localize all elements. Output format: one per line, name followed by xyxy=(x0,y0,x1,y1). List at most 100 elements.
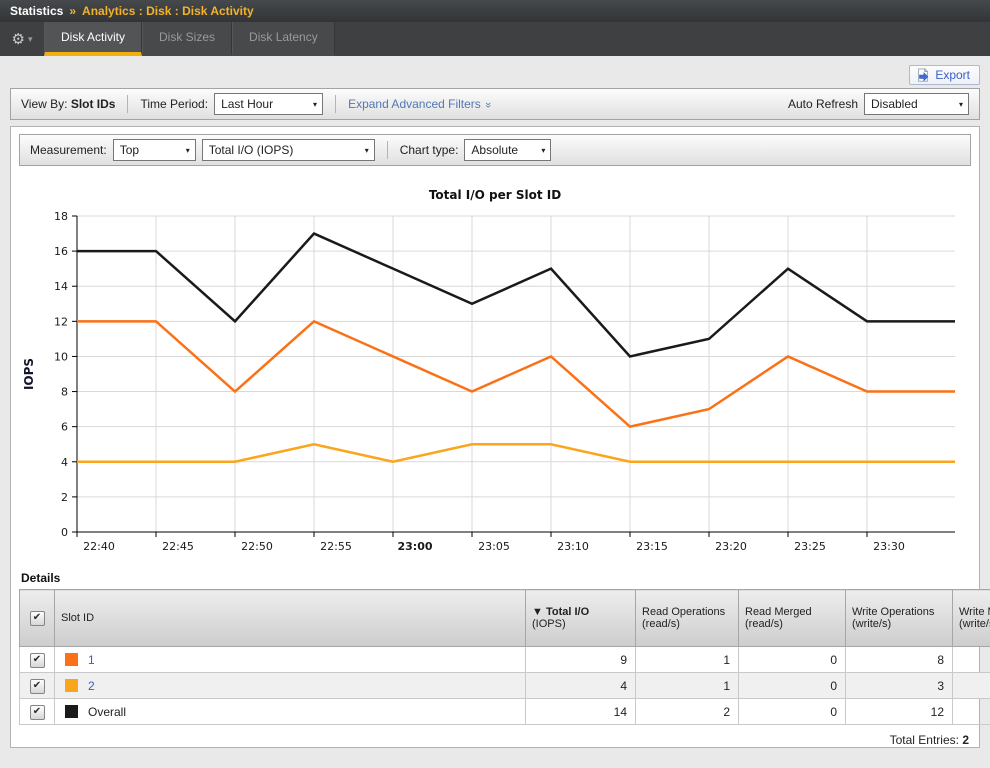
time-period-value: Last Hour xyxy=(221,97,273,111)
column-title: Read Merged xyxy=(745,606,839,618)
slot-id-link[interactable]: 2 xyxy=(88,679,95,693)
iops-line-chart: 02468101214161822:4022:4522:5022:5523:00… xyxy=(19,206,971,558)
column-title: Slot ID xyxy=(61,612,519,624)
details-section-label: Details xyxy=(21,571,971,585)
column-unit: (read/s) xyxy=(745,618,839,630)
divider xyxy=(335,95,336,113)
breadcrumb-path: Analytics : Disk : Disk Activity xyxy=(82,4,254,18)
export-page-arrow-icon xyxy=(916,68,930,82)
svg-text:10: 10 xyxy=(54,350,68,363)
tab-disk-activity[interactable]: Disk Activity xyxy=(44,22,142,56)
svg-text:4: 4 xyxy=(61,456,68,469)
view-by-label: View By: xyxy=(21,97,67,111)
breadcrumb: Statistics » Analytics : Disk : Disk Act… xyxy=(0,0,990,22)
auto-refresh-label: Auto Refresh xyxy=(788,97,858,111)
cell-value: 8 xyxy=(846,647,953,673)
series-color-swatch xyxy=(65,653,78,666)
cell-value: 3 xyxy=(846,673,953,699)
svg-text:14: 14 xyxy=(54,280,68,293)
svg-text:23:30: 23:30 xyxy=(873,540,905,553)
measurement-bar: Measurement: Top ▾ Total I/O (IOPS) ▾ Ch… xyxy=(19,134,971,166)
table-row-1: ✔1910823 xyxy=(20,647,990,673)
svg-text:23:15: 23:15 xyxy=(636,540,668,553)
svg-text:IOPS: IOPS xyxy=(22,358,36,390)
slot-id-link[interactable]: 1 xyxy=(88,653,95,667)
column-header-read-operations[interactable]: Read Operations(read/s) xyxy=(636,590,739,647)
tab-label: Disk Activity xyxy=(61,30,125,44)
chart-type-select[interactable]: Absolute ▾ xyxy=(464,139,551,161)
filter-bar: View By: Slot IDs Time Period: Last Hour… xyxy=(10,88,980,120)
checkmark-icon: ✔ xyxy=(33,613,41,623)
select-arrow-icon: ▾ xyxy=(313,100,317,109)
cell-value: 0 xyxy=(739,673,846,699)
select-arrow-icon: ▾ xyxy=(186,146,190,155)
column-title: Write Operations xyxy=(852,606,946,618)
chart-title: Total I/O per Slot ID xyxy=(19,188,971,202)
export-row: Export xyxy=(10,62,980,88)
series-line-1 xyxy=(77,321,955,426)
column-header-slot-id[interactable]: Slot ID xyxy=(55,590,526,647)
tab-bar: ⚙ ▾ Disk Activity Disk Sizes Disk Latenc… xyxy=(0,22,990,56)
total-entries-value: 2 xyxy=(962,733,969,747)
measurement-scope-value: Top xyxy=(120,143,139,157)
measurement-metric-select[interactable]: Total I/O (IOPS) ▾ xyxy=(202,139,375,161)
column-unit: (write/s) xyxy=(852,618,946,630)
row-checkbox[interactable]: ✔ xyxy=(30,705,45,720)
column-header-write-operations[interactable]: Write Operations(write/s) xyxy=(846,590,953,647)
auto-refresh-value: Disabled xyxy=(871,97,918,111)
svg-text:23:10: 23:10 xyxy=(557,540,589,553)
svg-text:23:20: 23:20 xyxy=(715,540,747,553)
chart-type-value: Absolute xyxy=(471,143,518,157)
column-unit: (read/s) xyxy=(642,618,732,630)
svg-text:6: 6 xyxy=(61,421,68,434)
svg-text:22:40: 22:40 xyxy=(83,540,115,553)
time-period-select[interactable]: Last Hour ▾ xyxy=(214,93,323,115)
measurement-metric-value: Total I/O (IOPS) xyxy=(209,143,294,157)
svg-text:23:25: 23:25 xyxy=(794,540,826,553)
row-checkbox[interactable]: ✔ xyxy=(30,653,45,668)
tab-disk-latency[interactable]: Disk Latency xyxy=(232,22,335,56)
expand-filters-label: Expand Advanced Filters xyxy=(348,97,481,111)
svg-text:0: 0 xyxy=(61,526,68,539)
select-all-checkbox[interactable]: ✔ xyxy=(30,611,45,626)
slot-id-label: Overall xyxy=(88,705,126,719)
sort-desc-icon: ▼ Total I/O xyxy=(532,606,589,618)
svg-text:18: 18 xyxy=(54,210,68,223)
column-header-total-i-o[interactable]: ▼ Total I/O(IOPS) xyxy=(526,590,636,647)
series-color-swatch xyxy=(65,705,78,718)
breadcrumb-root[interactable]: Statistics xyxy=(10,4,63,18)
checkmark-icon: ✔ xyxy=(33,681,41,691)
expand-advanced-filters-link[interactable]: Expand Advanced Filters» xyxy=(348,97,491,111)
column-header-write-merged[interactable]: Write Merged(write/s) xyxy=(953,590,990,647)
table-row-overall: ✔Overall14201237 xyxy=(20,699,990,725)
row-checkbox[interactable]: ✔ xyxy=(30,679,45,694)
tab-disk-sizes[interactable]: Disk Sizes xyxy=(142,22,232,56)
chart-panel: Measurement: Top ▾ Total I/O (IOPS) ▾ Ch… xyxy=(10,126,980,748)
export-button[interactable]: Export xyxy=(909,65,980,85)
cell-value: 0 xyxy=(739,699,846,725)
tab-label: Disk Latency xyxy=(249,30,318,44)
cell-value: 2 xyxy=(636,699,739,725)
svg-text:22:45: 22:45 xyxy=(162,540,194,553)
export-label: Export xyxy=(935,68,970,82)
svg-text:23:00: 23:00 xyxy=(397,540,432,553)
cell-value: 12 xyxy=(846,699,953,725)
auto-refresh-select[interactable]: Disabled ▾ xyxy=(864,93,969,115)
cell-value: 14 xyxy=(526,699,636,725)
measurement-label: Measurement: xyxy=(30,143,107,157)
svg-text:22:50: 22:50 xyxy=(241,540,273,553)
svg-text:16: 16 xyxy=(54,245,68,258)
cell-value: 0 xyxy=(739,647,846,673)
cell-value: 23 xyxy=(953,647,990,673)
cell-value: 1 xyxy=(636,673,739,699)
settings-menu-button[interactable]: ⚙ ▾ xyxy=(0,22,44,56)
column-title: ▼ Total I/O xyxy=(532,606,629,618)
checkmark-icon: ✔ xyxy=(33,707,41,717)
total-entries: Total Entries: 2 xyxy=(19,725,971,749)
series-color-swatch xyxy=(65,679,78,692)
main-content: Export View By: Slot IDs Time Period: La… xyxy=(0,56,990,748)
checkmark-icon: ✔ xyxy=(33,655,41,665)
measurement-scope-select[interactable]: Top ▾ xyxy=(113,139,196,161)
view-by-value: Slot IDs xyxy=(71,97,116,111)
column-header-read-merged[interactable]: Read Merged(read/s) xyxy=(739,590,846,647)
